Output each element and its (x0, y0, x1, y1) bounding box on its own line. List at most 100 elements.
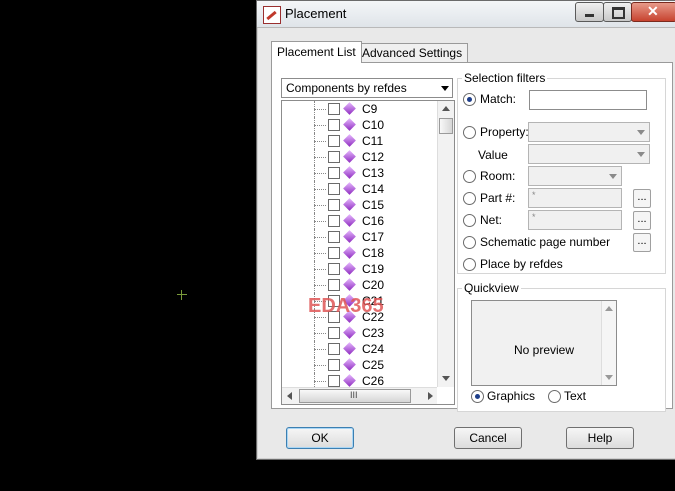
ok-button[interactable]: OK (286, 427, 354, 449)
graphics-radio[interactable] (471, 390, 484, 403)
refdes-label: Place by refdes (480, 257, 563, 271)
list-item[interactable]: C14 (282, 181, 437, 197)
item-label: C25 (362, 358, 385, 372)
cancel-button[interactable]: Cancel (454, 427, 522, 449)
list-item[interactable]: C17 (282, 229, 437, 245)
quickview-title: Quickview (462, 281, 521, 295)
text-radio[interactable] (548, 390, 561, 403)
dropdown-value: Components by refdes (286, 81, 407, 95)
item-checkbox[interactable] (328, 135, 340, 147)
item-checkbox[interactable] (328, 343, 340, 355)
list-item[interactable]: C12 (282, 149, 437, 165)
tree-branch (314, 333, 326, 334)
component-icon (343, 326, 356, 339)
help-button[interactable]: Help (566, 427, 634, 449)
net-browse-button[interactable]: ... (633, 211, 651, 230)
item-checkbox[interactable] (328, 103, 340, 115)
room-dropdown[interactable] (528, 166, 622, 186)
refdes-radio[interactable] (463, 258, 476, 271)
scroll-down-icon[interactable] (605, 375, 613, 380)
property-label: Property: (480, 125, 529, 139)
scroll-up-icon[interactable] (605, 306, 613, 311)
list-item[interactable]: C25 (282, 357, 437, 373)
list-item[interactable]: C16 (282, 213, 437, 229)
item-label: C18 (362, 246, 385, 260)
app-icon (263, 6, 281, 24)
list-item[interactable]: C19 (282, 261, 437, 277)
item-checkbox[interactable] (328, 327, 340, 339)
value-label: Value (478, 148, 508, 162)
component-icon (343, 246, 356, 259)
item-checkbox[interactable] (328, 215, 340, 227)
hscroll-thumb[interactable]: III (299, 389, 411, 403)
list-type-dropdown[interactable]: Components by refdes (281, 78, 453, 98)
selection-filters-group: Selection filters Match: Property: Value… (457, 71, 666, 274)
item-label: C9 (362, 102, 378, 116)
canvas-crosshair (177, 290, 187, 300)
list-item[interactable]: C18 (282, 245, 437, 261)
tree-branch (314, 349, 326, 350)
preview-scrollbar[interactable] (601, 301, 616, 385)
property-radio[interactable] (463, 126, 476, 139)
net-radio[interactable] (463, 214, 476, 227)
part-radio[interactable] (463, 192, 476, 205)
list-item[interactable]: C20 (282, 277, 437, 293)
item-checkbox[interactable] (328, 247, 340, 259)
preview-text: No preview (513, 343, 575, 357)
item-checkbox[interactable] (328, 199, 340, 211)
match-radio[interactable] (463, 93, 476, 106)
item-checkbox[interactable] (328, 359, 340, 371)
tree-branch (314, 269, 326, 270)
item-checkbox[interactable] (328, 151, 340, 163)
horizontal-scrollbar[interactable]: III (282, 387, 437, 404)
scroll-up-icon[interactable] (442, 106, 450, 111)
tab-placement-list[interactable]: Placement List (271, 41, 362, 63)
item-checkbox[interactable] (328, 375, 340, 387)
item-checkbox[interactable] (328, 183, 340, 195)
schematic-browse-button[interactable]: ... (633, 233, 651, 252)
schematic-radio[interactable] (463, 236, 476, 249)
item-checkbox[interactable] (328, 167, 340, 179)
list-item[interactable]: C23 (282, 325, 437, 341)
match-input[interactable] (529, 90, 647, 110)
item-checkbox[interactable] (328, 263, 340, 275)
scroll-right-icon[interactable] (428, 392, 433, 400)
item-label: C23 (362, 326, 385, 340)
close-button[interactable]: ✕ (631, 2, 675, 22)
list-item[interactable]: C24 (282, 341, 437, 357)
list-item[interactable]: C15 (282, 197, 437, 213)
list-item[interactable]: C11 (282, 133, 437, 149)
scroll-down-icon[interactable] (442, 376, 450, 381)
tab-advanced-settings[interactable]: Advanced Settings (356, 43, 469, 62)
vertical-scrollbar[interactable] (437, 101, 454, 387)
tree-branch (314, 381, 326, 382)
component-icon (343, 134, 356, 147)
item-label: C13 (362, 166, 385, 180)
tree-branch (314, 221, 326, 222)
component-icon (343, 182, 356, 195)
item-checkbox[interactable] (328, 231, 340, 243)
component-icon (343, 262, 356, 275)
chevron-down-icon (637, 152, 645, 157)
scroll-thumb[interactable] (439, 118, 453, 134)
list-item[interactable]: C13 (282, 165, 437, 181)
minimize-button[interactable] (575, 2, 604, 22)
component-tree[interactable]: C9 C10 C11 C12 C13 C14 C15 C16 C17 C18 C19 C20 C21 C2… (281, 100, 455, 405)
part-browse-button[interactable]: ... (633, 189, 651, 208)
tree-branch (314, 237, 326, 238)
scroll-left-icon[interactable] (287, 392, 292, 400)
chevron-down-icon (609, 174, 617, 179)
value-dropdown[interactable] (528, 144, 650, 164)
property-dropdown[interactable] (528, 122, 650, 142)
room-radio[interactable] (463, 170, 476, 183)
maximize-button[interactable] (603, 2, 632, 22)
list-item[interactable]: C10 (282, 117, 437, 133)
title-bar[interactable]: Placement ✕ (257, 1, 675, 28)
item-checkbox[interactable] (328, 279, 340, 291)
item-label: C24 (362, 342, 385, 356)
list-item[interactable]: C9 (282, 101, 437, 117)
window-title: Placement (285, 6, 347, 21)
part-input[interactable]: * (528, 188, 622, 208)
item-checkbox[interactable] (328, 119, 340, 131)
net-input[interactable]: * (528, 210, 622, 230)
